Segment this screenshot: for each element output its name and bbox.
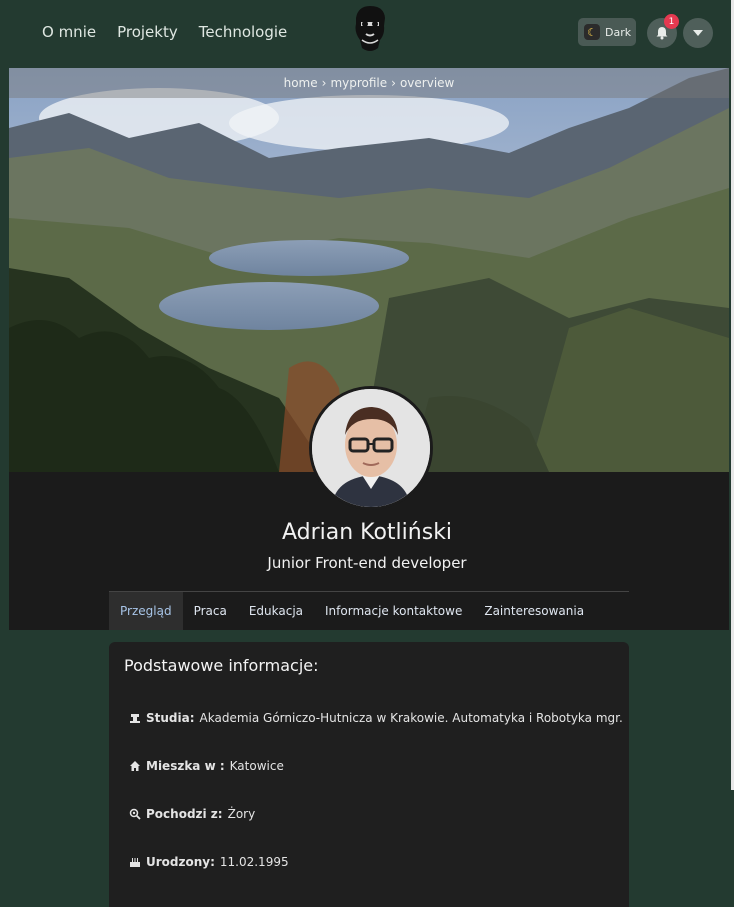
logo-icon[interactable] xyxy=(352,4,388,56)
tab-contact-info[interactable]: Informacje kontaktowe xyxy=(314,592,473,630)
nav-link-projects[interactable]: Projekty xyxy=(117,23,178,41)
info-key: Urodzony: xyxy=(146,855,215,869)
info-row-studies: Studia: Akademia Górniczo-Hutnicza w Kra… xyxy=(129,711,623,725)
tab-education[interactable]: Edukacja xyxy=(238,592,314,630)
tab-interests[interactable]: Zainteresowania xyxy=(473,592,595,630)
info-key: Pochodzi z: xyxy=(146,807,223,821)
tab-work[interactable]: Praca xyxy=(183,592,238,630)
user-menu-button[interactable] xyxy=(683,18,713,48)
info-key: Mieszka w : xyxy=(146,759,225,773)
breadcrumb-overview[interactable]: overview xyxy=(400,76,454,90)
tab-overview[interactable]: Przegląd xyxy=(109,592,183,630)
notification-badge: 1 xyxy=(664,14,679,29)
info-value: Akademia Górniczo-Hutnicza w Krakowie. A… xyxy=(199,711,623,725)
profile-role: Junior Front-end developer xyxy=(267,554,467,572)
info-row-lives-in: Mieszka w : Katowice xyxy=(129,759,284,773)
info-value: 11.02.1995 xyxy=(219,855,289,869)
breadcrumb-myprofile[interactable]: myprofile xyxy=(330,76,387,90)
info-row-birthdate: Urodzony: 11.02.1995 xyxy=(129,855,289,869)
graduation-icon xyxy=(129,712,141,724)
nav-link-about[interactable]: O mnie xyxy=(42,23,96,41)
birthday-cake-icon xyxy=(129,856,141,868)
bell-icon xyxy=(656,27,668,40)
top-navbar: O mnie Projekty Technologie ☾ Dark 1 xyxy=(0,0,734,68)
home-icon xyxy=(129,760,141,772)
search-location-icon xyxy=(129,808,141,820)
breadcrumb: home › myprofile › overview xyxy=(9,68,729,98)
theme-toggle-button[interactable]: ☾ Dark xyxy=(578,18,636,46)
theme-toggle-label: Dark xyxy=(605,25,632,39)
info-row-hometown: Pochodzi z: Żory xyxy=(129,807,255,821)
moon-icon: ☾ xyxy=(584,24,600,40)
breadcrumb-separator: › xyxy=(321,76,327,90)
breadcrumb-separator: › xyxy=(391,76,396,90)
nav-link-technologies[interactable]: Technologie xyxy=(199,23,288,41)
caret-down-icon xyxy=(693,30,703,36)
info-key: Studia: xyxy=(146,711,195,725)
avatar xyxy=(309,386,433,510)
profile-name: Adrian Kotliński xyxy=(281,520,453,545)
basic-info-title: Podstawowe informacje: xyxy=(124,656,319,675)
info-value: Żory xyxy=(227,807,256,821)
breadcrumb-home[interactable]: home xyxy=(284,76,318,90)
info-value: Katowice xyxy=(229,759,284,773)
profile-tabs: Przegląd Praca Edukacja Informacje konta… xyxy=(109,592,595,630)
nav-links: O mnie Projekty Technologie xyxy=(42,23,287,41)
